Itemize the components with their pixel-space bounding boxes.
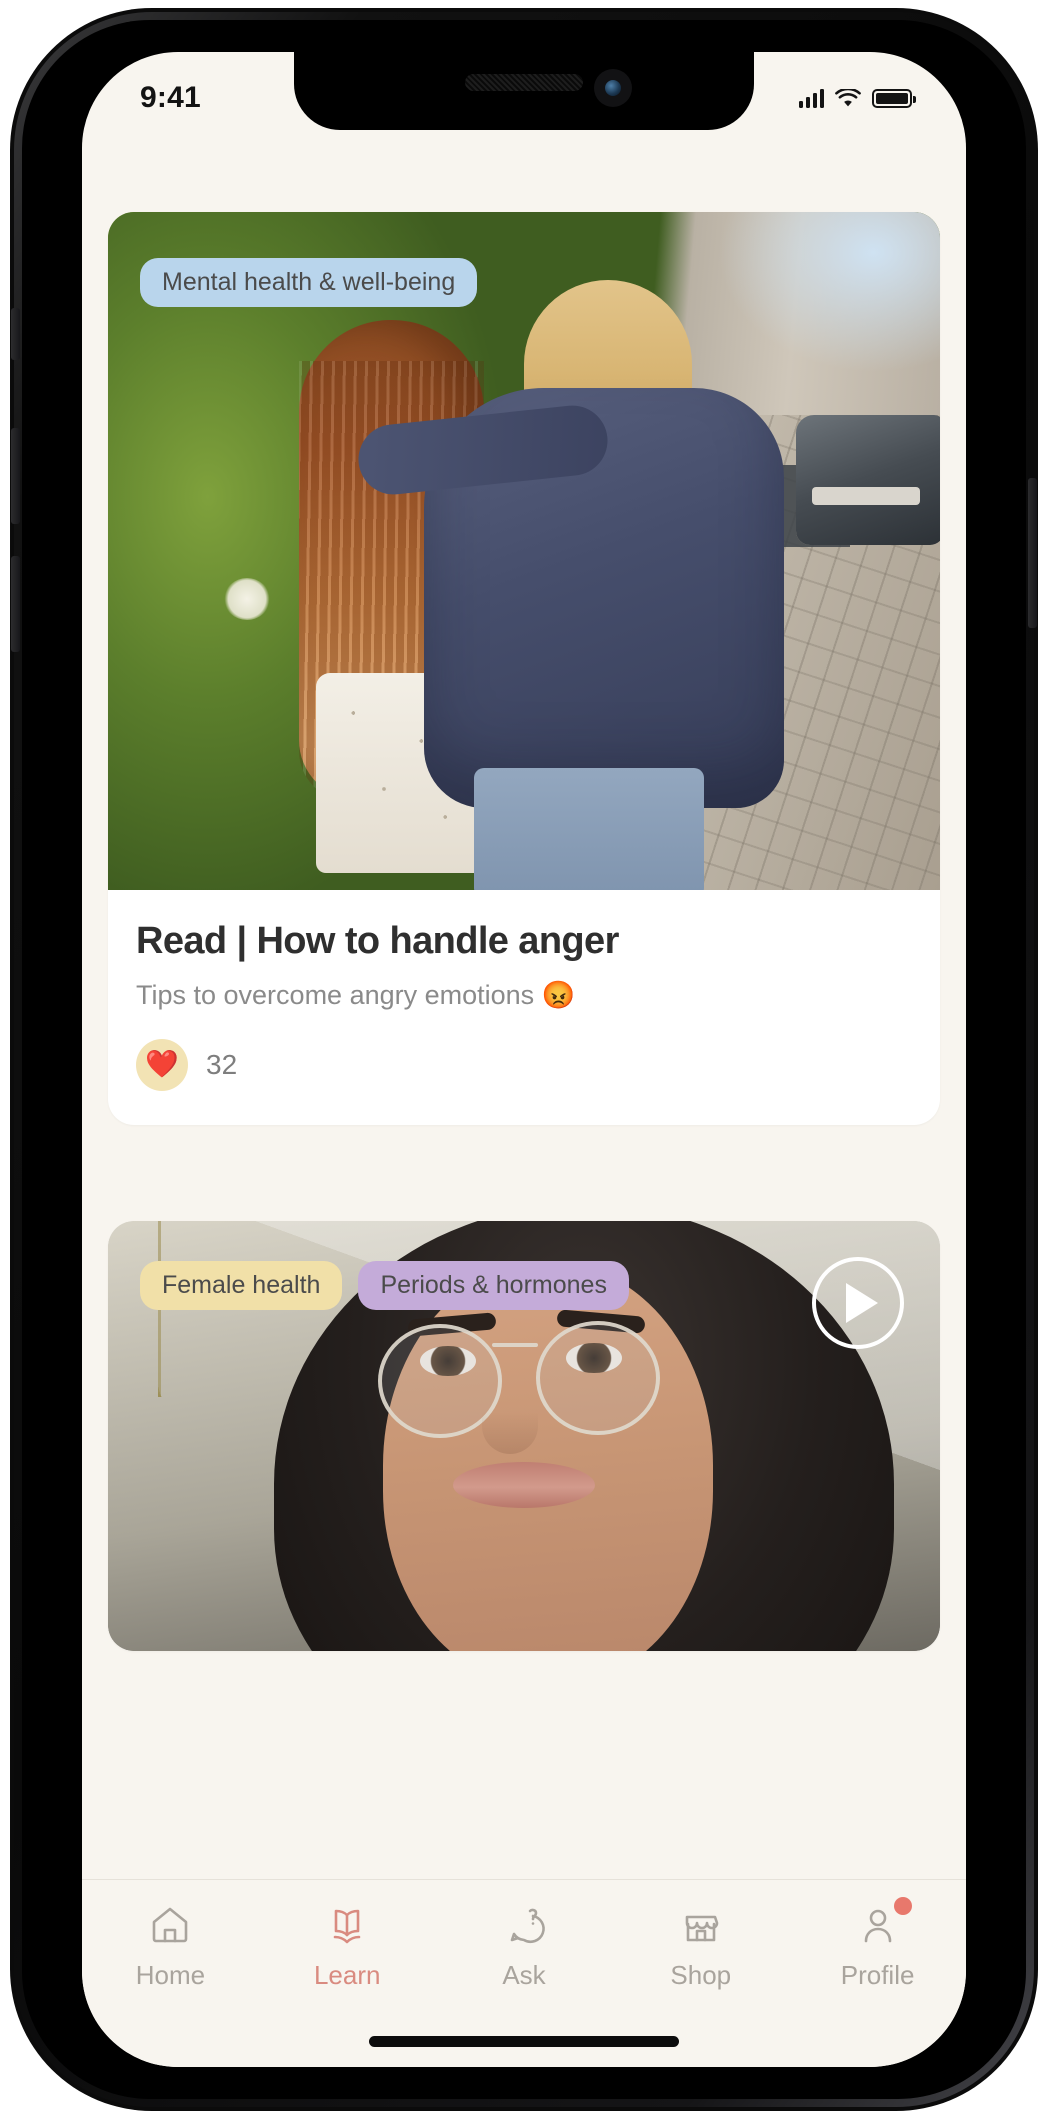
card-body: Read | How to handle anger Tips to overc… (108, 890, 940, 1125)
cellular-signal-icon (798, 88, 824, 108)
tab-profile[interactable]: Profile (789, 1897, 966, 1990)
status-icons (798, 87, 916, 108)
profile-notification-badge (893, 1897, 912, 1915)
silent-switch[interactable] (11, 308, 20, 360)
photo-jeans (474, 767, 705, 890)
learn-feed-scroll[interactable]: Mental health & well-being Read | How to… (82, 130, 966, 2067)
tag-periods-hormones[interactable]: Periods & hormones (358, 1260, 629, 1310)
storefront-icon (678, 1902, 724, 1948)
home-indicator[interactable] (369, 2036, 679, 2047)
question-bubble-icon (501, 1902, 547, 1948)
photo-nose (482, 1384, 539, 1455)
house-icon (147, 1902, 193, 1948)
card-subtitle: Tips to overcome angry emotions 😡 (136, 979, 576, 1010)
tab-label: Profile (840, 1960, 915, 1990)
photo-lens-right (536, 1321, 661, 1436)
tab-label: Home (135, 1960, 206, 1990)
screenshot-canvas: 9:41 Mental health & well-being Read | H… (0, 0, 1048, 2119)
play-triangle (846, 1282, 878, 1323)
tag-female-health[interactable]: Female health (140, 1260, 343, 1310)
card-image: Female health Periods & hormones (108, 1220, 940, 1651)
feed-card-video[interactable]: Female health Periods & hormones (108, 1220, 940, 1651)
wifi-icon (835, 87, 861, 108)
tag-mental-health[interactable]: Mental health & well-being (140, 258, 478, 307)
card-image: Mental health & well-being (108, 212, 940, 890)
volume-up-button[interactable] (11, 428, 20, 524)
like-count: 32 (206, 1048, 238, 1080)
device-wrapper: 9:41 Mental health & well-being Read | H… (0, 0, 1048, 2119)
status-time: 9:41 (140, 81, 201, 114)
phone-frame: 9:41 Mental health & well-being Read | H… (10, 8, 1038, 2111)
tab-label: Shop (670, 1960, 732, 1990)
card-tag-row: Mental health & well-being (140, 258, 478, 307)
tab-shop[interactable]: Shop (612, 1902, 789, 1988)
status-bar: 9:41 (82, 52, 966, 130)
phone-screen: 9:41 Mental health & well-being Read | H… (82, 52, 966, 2067)
power-button[interactable] (1028, 478, 1037, 628)
photo-friends-walking (108, 212, 940, 890)
open-book-icon (324, 1902, 370, 1948)
volume-down-button[interactable] (11, 556, 20, 652)
like-row[interactable]: ❤️ 32 (136, 1038, 912, 1091)
tab-learn[interactable]: Learn (259, 1902, 436, 1988)
card-tag-row: Female health Periods & hormones (140, 1260, 629, 1310)
person-icon (855, 1897, 912, 1948)
tab-ask[interactable]: Ask (436, 1902, 613, 1988)
tab-label: Learn (313, 1960, 381, 1990)
card-title: Read | How to handle anger (136, 920, 619, 962)
photo-parked-car (796, 415, 940, 546)
feed-card-article[interactable]: Mental health & well-being Read | How to… (108, 212, 940, 1125)
tab-label: Ask (502, 1960, 546, 1990)
photo-flower (224, 578, 271, 621)
play-icon[interactable] (812, 1256, 904, 1349)
photo-glasses-bridge (492, 1343, 539, 1348)
heart-icon[interactable]: ❤️ (136, 1038, 188, 1091)
photo-lips (453, 1461, 596, 1508)
battery-icon (872, 88, 916, 108)
tab-home[interactable]: Home (82, 1902, 259, 1988)
